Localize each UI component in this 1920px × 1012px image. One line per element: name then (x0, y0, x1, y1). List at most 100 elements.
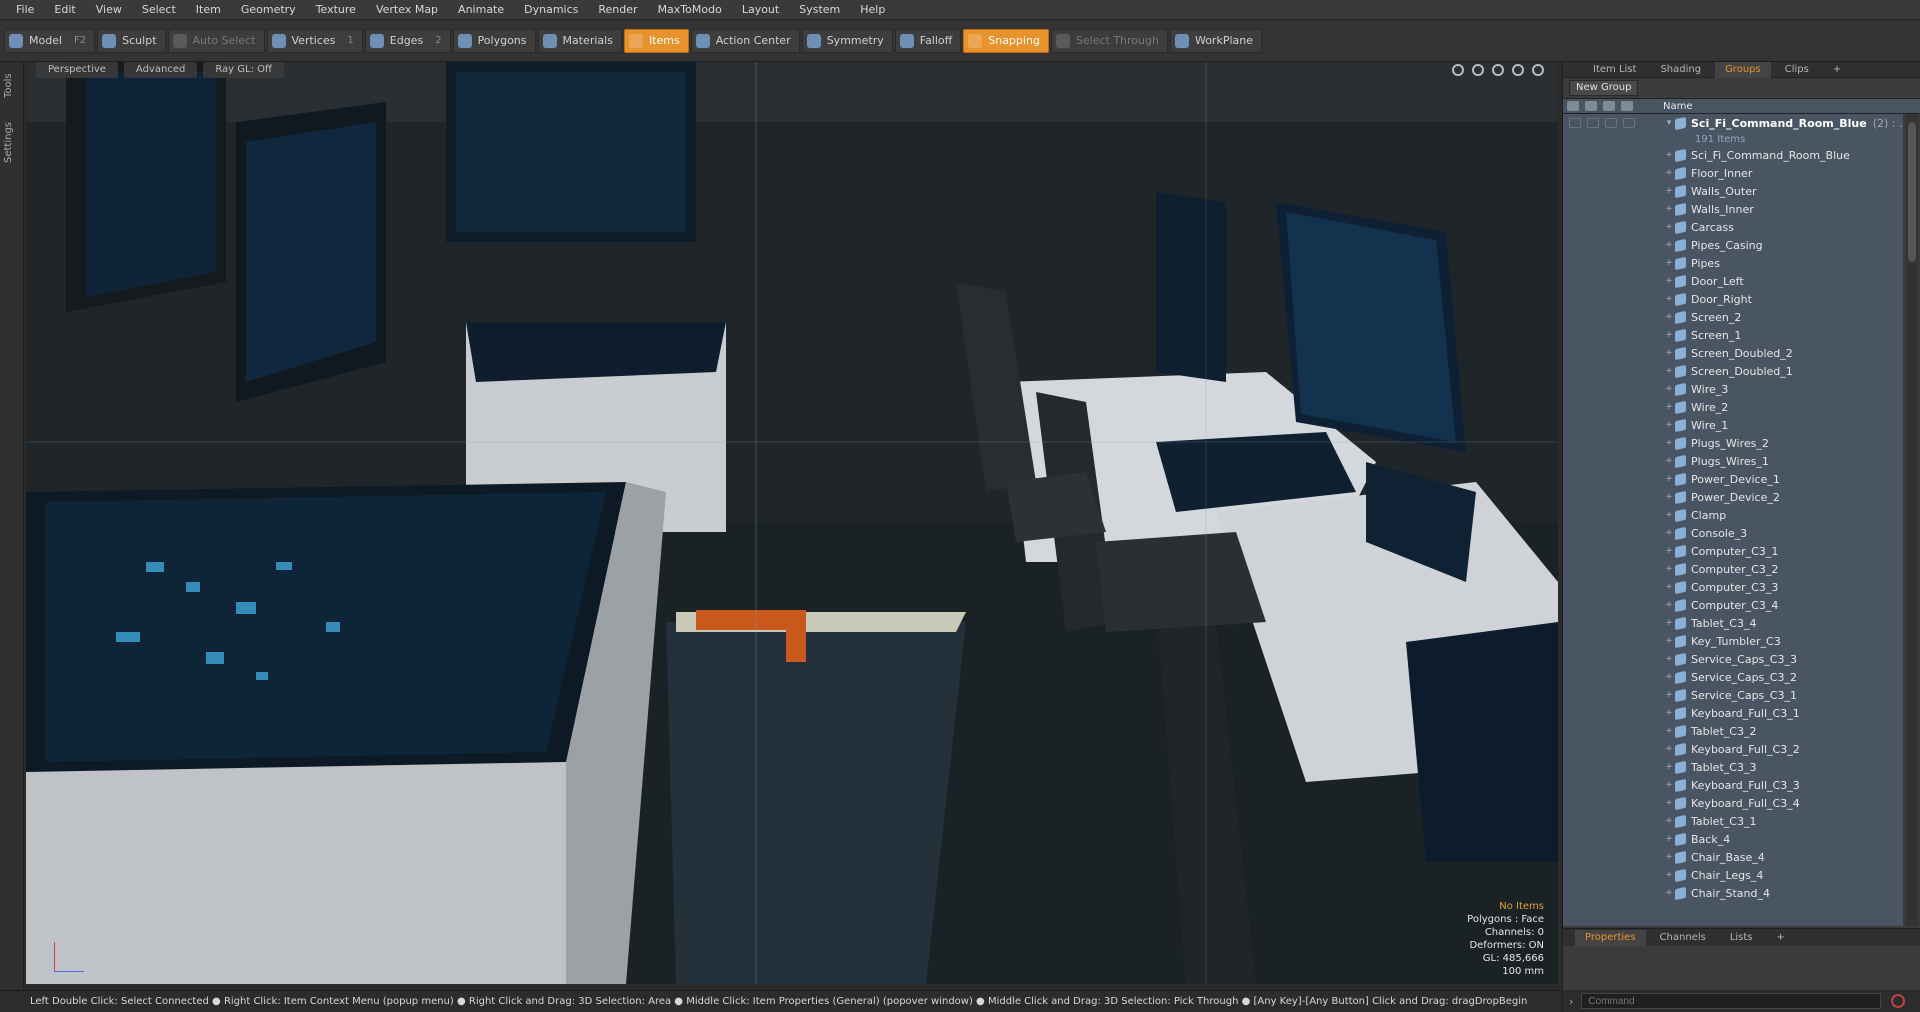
tree-item[interactable]: + Carcass (1563, 218, 1903, 236)
tab-properties[interactable]: Properties (1575, 929, 1646, 946)
expand-icon[interactable]: + (1663, 780, 1675, 790)
expand-icon[interactable]: + (1663, 204, 1675, 214)
expand-icon[interactable]: + (1663, 636, 1675, 646)
tree-item[interactable]: + Chair_Stand_4 (1563, 884, 1903, 902)
rotate-icon[interactable] (1472, 64, 1484, 76)
shading-mode-dropdown[interactable]: Advanced (123, 62, 198, 78)
expand-icon[interactable]: + (1663, 402, 1675, 412)
menu-file[interactable]: File (6, 0, 44, 20)
menu-dynamics[interactable]: Dynamics (514, 0, 588, 20)
select-through-button[interactable]: Select Through (1050, 28, 1168, 53)
record-icon[interactable] (1891, 994, 1906, 1008)
tab-tools[interactable]: Tools (3, 66, 21, 106)
tree-item[interactable]: + Door_Left (1563, 272, 1903, 290)
expand-icon[interactable]: + (1663, 834, 1675, 844)
expand-icon[interactable]: + (1663, 186, 1675, 196)
tab-groups[interactable]: Groups (1715, 61, 1771, 78)
expand-icon[interactable]: + (1663, 870, 1675, 880)
expand-icon[interactable]: + (1663, 546, 1675, 556)
snapping-button[interactable]: Snapping (963, 28, 1049, 53)
action-center-button[interactable]: Action Center (690, 28, 800, 53)
tree-item[interactable]: + Screen_1 (1563, 326, 1903, 344)
tree-item[interactable]: + Keyboard_Full_C3_2 (1563, 740, 1903, 758)
expand-icon[interactable]: + (1663, 312, 1675, 322)
expand-icon[interactable]: + (1663, 744, 1675, 754)
expand-icon[interactable]: + (1663, 222, 1675, 232)
expand-icon[interactable]: + (1663, 420, 1675, 430)
expand-icon[interactable]: + (1663, 150, 1675, 160)
tree-item[interactable]: + Keyboard_Full_C3_3 (1563, 776, 1903, 794)
tab-shading[interactable]: Shading (1650, 62, 1711, 78)
expand-icon[interactable]: + (1663, 528, 1675, 538)
select-icon[interactable] (1605, 118, 1617, 128)
menu-texture[interactable]: Texture (306, 0, 366, 20)
expand-icon[interactable]: + (1663, 492, 1675, 502)
tree-item[interactable]: + Service_Caps_C3_2 (1563, 668, 1903, 686)
tree-item[interactable]: + Chair_Base_4 (1563, 848, 1903, 866)
sculpt-button[interactable]: Sculpt (97, 28, 166, 53)
expand-icon[interactable]: + (1663, 294, 1675, 304)
tab-add[interactable]: + (1767, 930, 1795, 946)
select-icon[interactable] (1603, 101, 1615, 111)
expand-icon[interactable]: + (1663, 690, 1675, 700)
expand-icon[interactable]: + (1663, 258, 1675, 268)
render-icon[interactable] (1621, 101, 1633, 111)
expand-icon[interactable]: + (1663, 510, 1675, 520)
polygons-button[interactable]: Polygons (452, 28, 536, 53)
3d-viewport[interactable]: Perspective Advanced Ray GL: Off No Item… (26, 62, 1558, 984)
tree-item[interactable]: + Wire_3 (1563, 380, 1903, 398)
tab-add[interactable]: + (1823, 62, 1851, 78)
tree-item[interactable]: + Door_Right (1563, 290, 1903, 308)
menu-layout[interactable]: Layout (732, 0, 789, 20)
expand-icon[interactable]: + (1663, 384, 1675, 394)
tree-item[interactable]: + Plugs_Wires_2 (1563, 434, 1903, 452)
tree-item[interactable]: + Keyboard_Full_C3_1 (1563, 704, 1903, 722)
tree-item[interactable]: + Plugs_Wires_1 (1563, 452, 1903, 470)
tree-item[interactable]: + Chair_Legs_4 (1563, 866, 1903, 884)
menu-vertex-map[interactable]: Vertex Map (366, 0, 448, 20)
tree-item[interactable]: + Computer_C3_2 (1563, 560, 1903, 578)
expand-icon[interactable]: + (1663, 474, 1675, 484)
edges-button[interactable]: Edges 2 (364, 28, 451, 53)
tree-item[interactable]: + Tablet_C3_2 (1563, 722, 1903, 740)
tree-item[interactable]: + Floor_Inner (1563, 164, 1903, 182)
menu-edit[interactable]: Edit (44, 0, 85, 20)
tree-item[interactable]: + Screen_2 (1563, 308, 1903, 326)
tree-item[interactable]: + Computer_C3_3 (1563, 578, 1903, 596)
lock-icon[interactable] (1585, 101, 1597, 111)
pan-icon[interactable] (1452, 64, 1464, 76)
expand-icon[interactable]: + (1663, 240, 1675, 250)
materials-button[interactable]: Materials (537, 28, 622, 53)
expand-icon[interactable]: + (1663, 618, 1675, 628)
render-icon[interactable] (1623, 118, 1635, 128)
items-button[interactable]: Items (623, 28, 689, 53)
menu-view[interactable]: View (86, 0, 132, 20)
tree-item[interactable]: + Tablet_C3_4 (1563, 614, 1903, 632)
tree-item[interactable]: + Console_3 (1563, 524, 1903, 542)
tree-item[interactable]: + Keyboard_Full_C3_4 (1563, 794, 1903, 812)
tree-root[interactable]: ▾ Sci_Fi_Command_Room_Blue (2) : ... (1563, 114, 1903, 132)
expand-icon[interactable]: + (1663, 438, 1675, 448)
tree-item[interactable]: + Wire_2 (1563, 398, 1903, 416)
tab-clips[interactable]: Clips (1775, 62, 1819, 78)
tree-item[interactable]: + Power_Device_2 (1563, 488, 1903, 506)
menu-render[interactable]: Render (588, 0, 647, 20)
tree-item[interactable]: + Tablet_C3_3 (1563, 758, 1903, 776)
tab-settings[interactable]: Settings (3, 112, 21, 172)
expand-icon[interactable]: + (1663, 762, 1675, 772)
tree-item[interactable]: + Screen_Doubled_2 (1563, 344, 1903, 362)
lock-icon[interactable] (1587, 118, 1599, 128)
tree-item[interactable]: + Screen_Doubled_1 (1563, 362, 1903, 380)
expand-icon[interactable]: + (1663, 348, 1675, 358)
expand-icon[interactable]: + (1663, 654, 1675, 664)
zoom-icon[interactable] (1492, 64, 1504, 76)
tree-item[interactable]: + Clamp (1563, 506, 1903, 524)
tree-item[interactable]: + Pipes (1563, 254, 1903, 272)
command-input[interactable] (1581, 993, 1882, 1009)
expand-icon[interactable]: + (1663, 564, 1675, 574)
scrollbar-thumb[interactable] (1908, 122, 1916, 262)
tree-item[interactable]: + Walls_Inner (1563, 200, 1903, 218)
tree-item[interactable]: + Wire_1 (1563, 416, 1903, 434)
expand-icon[interactable]: + (1663, 852, 1675, 862)
tree-item[interactable]: + Sci_Fi_Command_Room_Blue (1563, 146, 1903, 164)
